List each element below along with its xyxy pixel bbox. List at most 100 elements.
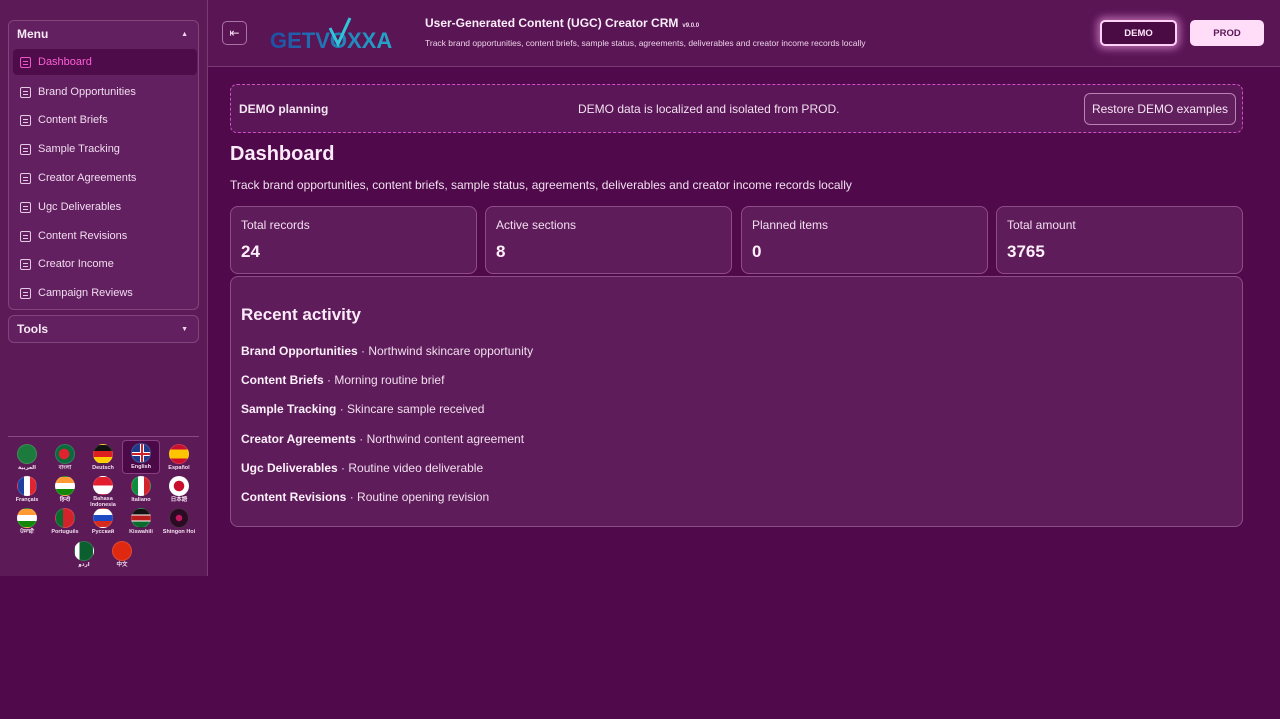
language-label: Kiswahili — [129, 529, 153, 535]
activity-section: Brand Opportunities — [241, 344, 358, 358]
language-label: Deutsch — [92, 465, 114, 471]
language-label: Русский — [91, 529, 115, 535]
collapse-sidebar-button[interactable]: ⇤ — [222, 21, 247, 45]
activity-text: Routine opening revision — [357, 490, 490, 504]
top-bar: ⇤ GETVOXXA User-Generated Content (UGC) … — [208, 0, 1280, 67]
sidebar-item-label: Creator Agreements — [38, 172, 137, 184]
sidebar-item-content-briefs[interactable]: Content Briefs — [13, 107, 197, 133]
language-french[interactable]: Français — [8, 474, 46, 508]
activity-section: Creator Agreements — [241, 432, 356, 446]
language-punjabi[interactable]: ਪੰਜਾਬੀ — [8, 506, 46, 540]
document-icon — [20, 258, 31, 270]
language-label: 日本語 — [170, 497, 188, 503]
stat-value: 0 — [752, 242, 762, 261]
stat-label: Planned items — [752, 218, 829, 232]
document-icon — [20, 143, 31, 155]
sidebar-item-campaign-reviews[interactable]: Campaign Reviews — [13, 280, 197, 306]
language-shingon-hoi[interactable]: Shingon Hoi — [160, 506, 198, 540]
restore-demo-button[interactable]: Restore DEMO examples — [1084, 93, 1236, 125]
sidebar-item-label: Brand Opportunities — [38, 86, 136, 98]
flag-symbol-icon — [169, 508, 189, 528]
activity-section: Content Revisions — [241, 490, 347, 504]
stat-label: Total amount — [1007, 218, 1076, 232]
activity-text: Northwind skincare opportunity — [368, 344, 534, 358]
flag-portugal-icon — [55, 508, 75, 528]
app-title: User-Generated Content (UGC) Creator CRM… — [425, 16, 699, 30]
flag-pakistan-icon — [74, 541, 94, 561]
sidebar-item-label: Campaign Reviews — [38, 287, 133, 299]
page-subtitle: Track brand opportunities, content brief… — [230, 178, 852, 192]
language-label: Português — [51, 529, 79, 535]
flag-italy-icon — [131, 476, 151, 496]
sidebar-item-label: Content Revisions — [38, 230, 128, 242]
sidebar-item-creator-income[interactable]: Creator Income — [13, 251, 197, 277]
flag-india-icon — [17, 508, 37, 528]
activity-text: Routine video deliverable — [348, 461, 484, 475]
language-japanese[interactable]: 日本語 — [160, 474, 198, 508]
sidebar-item-label: Ugc Deliverables — [38, 201, 122, 213]
language-label: Shingon Hoi — [162, 529, 196, 535]
language-label: العربية — [17, 465, 37, 471]
demo-banner-title: DEMO planning — [239, 102, 329, 116]
menu-header[interactable]: Menu ▲ — [9, 21, 198, 47]
app-version: v9.0.0 — [682, 23, 700, 29]
language-swahili[interactable]: Kiswahili — [122, 506, 160, 540]
language-label: বাংলা — [58, 465, 72, 471]
stat-card-total-amount: Total amount 3765 — [996, 206, 1243, 274]
language-arabic[interactable]: العربية — [8, 442, 46, 476]
recent-activity-title: Recent activity — [241, 305, 361, 324]
sidebar-item-brand-opportunities[interactable]: Brand Opportunities — [13, 79, 197, 105]
flag-bangladesh-icon — [55, 444, 75, 464]
prod-button[interactable]: PROD — [1190, 20, 1264, 46]
language-english[interactable]: English — [122, 440, 160, 474]
language-urdu[interactable]: اردو — [65, 539, 103, 573]
sidebar-item-sample-tracking[interactable]: Sample Tracking — [13, 136, 197, 162]
language-bengali[interactable]: বাংলা — [46, 442, 84, 476]
sidebar-item-dashboard[interactable]: Dashboard — [13, 49, 197, 75]
tools-panel[interactable]: Tools ▼ — [8, 315, 199, 343]
stat-label: Active sections — [496, 218, 577, 232]
language-russian[interactable]: Русский — [84, 506, 122, 540]
language-indonesian[interactable]: Bahasa Indonesia — [84, 474, 122, 508]
activity-separator: · — [337, 461, 349, 475]
language-german[interactable]: Deutsch — [84, 442, 122, 476]
stat-value: 8 — [496, 242, 506, 261]
flag-russia-icon — [93, 508, 113, 528]
activity-separator: · — [355, 432, 367, 446]
demo-button[interactable]: DEMO — [1100, 20, 1177, 46]
flag-france-icon — [17, 476, 37, 496]
sidebar-item-label: Content Briefs — [38, 114, 108, 126]
language-hindi[interactable]: हिन्दी — [46, 474, 84, 508]
language-label: ਪੰਜਾਬੀ — [20, 529, 34, 535]
document-icon — [20, 287, 31, 299]
activity-text: Skincare sample received — [347, 402, 485, 416]
sidebar-item-creator-agreements[interactable]: Creator Agreements — [13, 165, 197, 191]
flag-indonesia-icon — [93, 476, 113, 495]
language-label: हिन्दी — [59, 497, 71, 503]
language-spanish[interactable]: Español — [160, 442, 198, 476]
stat-value: 24 — [241, 242, 260, 261]
collapse-icon: ⇤ — [229, 26, 240, 40]
activity-text: Morning routine brief — [334, 373, 445, 387]
flag-uk-icon — [131, 443, 151, 463]
chevron-up-icon: ▲ — [181, 30, 188, 38]
sidebar-item-content-revisions[interactable]: Content Revisions — [13, 223, 197, 249]
language-label: Italiano — [131, 497, 151, 503]
language-divider — [8, 436, 199, 437]
activity-section: Sample Tracking — [241, 402, 337, 416]
menu-label: Menu — [17, 27, 49, 41]
stat-card-planned-items: Planned items 0 — [741, 206, 988, 274]
document-icon — [20, 56, 31, 68]
document-icon — [20, 114, 31, 126]
sidebar-item-ugc-deliverables[interactable]: Ugc Deliverables — [13, 194, 197, 220]
demo-banner-message: DEMO data is localized and isolated from… — [578, 102, 840, 116]
language-chinese[interactable]: 中文 — [103, 539, 141, 573]
language-label: Français — [15, 497, 39, 503]
tools-label: Tools — [17, 322, 49, 336]
tools-header[interactable]: Tools ▼ — [9, 316, 198, 342]
language-portuguese[interactable]: Português — [46, 506, 84, 540]
flag-germany-icon — [93, 444, 113, 464]
menu-panel: Menu ▲ Dashboard Brand Opportunities Con… — [8, 20, 199, 310]
activity-item: Brand Opportunities · Northwind skincare… — [241, 344, 533, 358]
language-italian[interactable]: Italiano — [122, 474, 160, 508]
